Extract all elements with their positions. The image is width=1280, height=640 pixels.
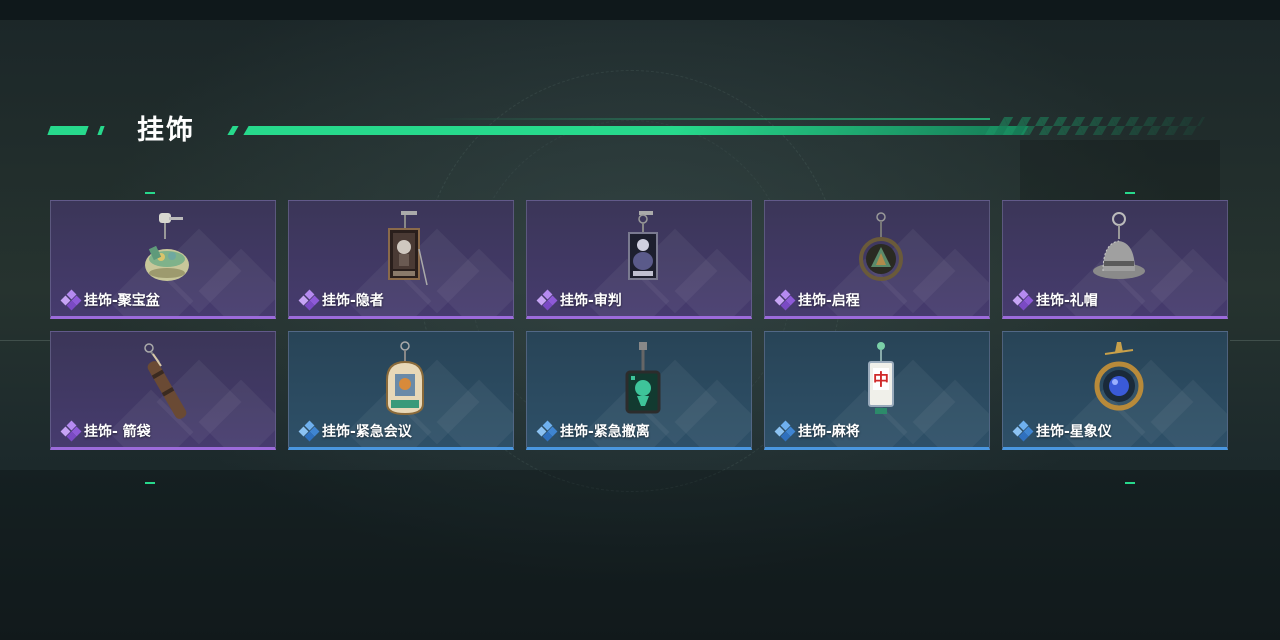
item-grid: 挂饰-聚宝盆 挂饰-隐者 挂饰-审判 挂饰-启程 挂饰-礼帽挂饰- 箭袋 挂饰-紧急会议 挂… <box>50 200 1230 450</box>
rarity-diamond-icon <box>1012 420 1034 442</box>
mahjong-tile-icon: 中 <box>853 340 909 420</box>
item-name: 挂饰-审判 <box>560 293 622 309</box>
item-card[interactable]: 挂饰-启程 <box>764 200 990 319</box>
item-name: 挂饰- 箭袋 <box>84 424 151 440</box>
item-name: 挂饰-启程 <box>798 293 860 309</box>
rarity-diamond-icon <box>774 289 796 311</box>
emergency-evacuation-icon <box>615 340 671 420</box>
card-label: 挂饰-聚宝盆 <box>60 289 160 311</box>
header-checker-pattern <box>984 117 1206 135</box>
top-strip <box>0 0 1280 20</box>
card-label: 挂饰-紧急会议 <box>298 420 412 442</box>
rarity-diamond-icon <box>774 420 796 442</box>
top-hat-icon <box>1091 209 1147 289</box>
item-name: 挂饰-礼帽 <box>1036 293 1098 309</box>
side-line-right <box>1230 340 1280 341</box>
item-card[interactable]: 挂饰- 箭袋 <box>50 331 276 450</box>
treasure-bowl-icon <box>139 209 195 289</box>
corner-tick <box>1125 192 1135 194</box>
header-thin-line <box>430 118 990 120</box>
corner-tick <box>145 192 155 194</box>
background-ground <box>0 470 1280 640</box>
side-line-left <box>0 340 50 341</box>
header-accent-dash <box>47 126 89 135</box>
header-accent-tick-2 <box>227 126 239 135</box>
card-label: 挂饰-隐者 <box>298 289 384 311</box>
orrery-icon <box>1091 340 1147 420</box>
item-name: 挂饰-聚宝盆 <box>84 293 160 309</box>
departure-emblem-icon <box>853 209 909 289</box>
item-card[interactable]: 挂饰-聚宝盆 <box>50 200 276 319</box>
item-card[interactable]: 中挂饰-麻将 <box>764 331 990 450</box>
item-card[interactable]: 挂饰-星象仪 <box>1002 331 1228 450</box>
card-label: 挂饰-礼帽 <box>1012 289 1098 311</box>
rarity-diamond-icon <box>298 420 320 442</box>
card-label: 挂饰- 箭袋 <box>60 420 151 442</box>
scene-background: 挂饰 挂饰-聚宝盆 挂饰-隐者 挂饰-审判 挂饰-启程 挂饰-礼帽挂饰- 箭袋 挂饰-紧急… <box>0 0 1280 640</box>
header-accent-tick <box>97 126 105 135</box>
hermit-card-icon <box>377 209 433 289</box>
quiver-icon <box>139 340 195 420</box>
section-title: 挂饰 <box>137 115 195 146</box>
judgement-card-icon <box>615 209 671 289</box>
corner-tick <box>1125 482 1135 484</box>
card-label: 挂饰-审判 <box>536 289 622 311</box>
item-name: 挂饰-星象仪 <box>1036 424 1112 440</box>
emergency-meeting-icon <box>377 340 433 420</box>
card-label: 挂饰-星象仪 <box>1012 420 1112 442</box>
header-progress-bar <box>243 126 1029 135</box>
rarity-diamond-icon <box>536 289 558 311</box>
item-name: 挂饰-隐者 <box>322 293 384 309</box>
item-name: 挂饰-麻将 <box>798 424 860 440</box>
card-label: 挂饰-麻将 <box>774 420 860 442</box>
item-name: 挂饰-紧急撤离 <box>560 424 650 440</box>
item-card[interactable]: 挂饰-隐者 <box>288 200 514 319</box>
item-name: 挂饰-紧急会议 <box>322 424 412 440</box>
corner-tick <box>145 482 155 484</box>
item-card[interactable]: 挂饰-审判 <box>526 200 752 319</box>
card-label: 挂饰-启程 <box>774 289 860 311</box>
svg-text:中: 中 <box>873 370 889 389</box>
rarity-diamond-icon <box>536 420 558 442</box>
item-card[interactable]: 挂饰-紧急撤离 <box>526 331 752 450</box>
card-label: 挂饰-紧急撤离 <box>536 420 650 442</box>
rarity-diamond-icon <box>60 420 82 442</box>
rarity-diamond-icon <box>1012 289 1034 311</box>
item-card[interactable]: 挂饰-礼帽 <box>1002 200 1228 319</box>
rarity-diamond-icon <box>60 289 82 311</box>
rarity-diamond-icon <box>298 289 320 311</box>
item-card[interactable]: 挂饰-紧急会议 <box>288 331 514 450</box>
